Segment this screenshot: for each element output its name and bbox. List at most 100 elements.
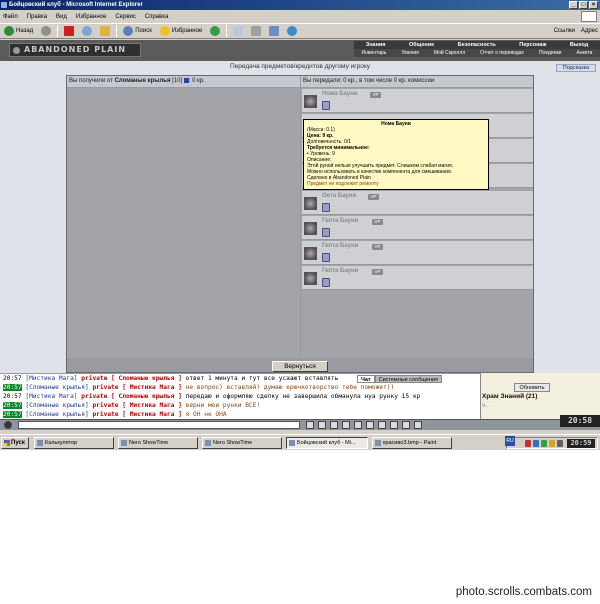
sound-icon[interactable] [366,421,374,429]
item-row[interactable]: Оета Бауни VP [302,191,533,215]
received-header: Вы получили от Сломаные крылья [10] : 0 … [67,76,300,87]
task-nero-1[interactable]: Nero ShowTime [118,437,198,449]
settings-icon[interactable] [402,421,410,429]
chat-private[interactable]: private [ Сломаные крылья ] [81,375,182,382]
bag-icon[interactable] [322,228,330,237]
bag-icon[interactable] [322,278,330,287]
nav-communication[interactable]: Общение [409,42,434,48]
room-user-list[interactable]: Ч... [482,403,490,409]
vp-badge: VP [372,269,383,275]
stop-icon [64,26,75,36]
print-button[interactable] [249,25,263,38]
tray-icon[interactable] [549,440,555,447]
send-icon[interactable] [306,421,314,429]
system-clock[interactable]: 20:59 [567,439,595,448]
maximize-button[interactable]: □ [579,1,588,9]
chat-time: 20:57 [3,402,22,409]
refresh-chat-icon[interactable] [390,421,398,429]
filter-icon[interactable] [342,421,350,429]
item-row[interactable]: Нома Бауни VP [302,89,533,113]
received-items-area [67,88,300,358]
refresh-button[interactable] [80,25,94,38]
nav-security[interactable]: Безопасность [458,42,496,48]
chat-user[interactable]: [Сломаные крылья] [25,411,88,418]
task-calculator[interactable]: Калькулятор [34,437,114,449]
received-prefix: Вы получили от [69,78,115,84]
chat-line: 20:57 [Мистика Мага] private [ Сломаные … [3,392,480,401]
nav-character[interactable]: Персонаж [519,42,546,48]
item-tooltip: Нома Бауни (Масса: 0.1) Цена: 9 кр. Долг… [303,119,489,190]
chat-private[interactable]: private [ Мистика Мага ] [92,411,181,418]
home-button[interactable] [98,25,112,38]
menu-help[interactable]: Справка [145,14,169,20]
menu-tools[interactable]: Сервис [115,14,136,20]
home-icon [100,26,111,36]
chat-user[interactable]: [Мистика Мага] [25,393,77,400]
menu-favorites[interactable]: Избранное [76,14,106,20]
partner-name[interactable]: Сломаные крылья [115,78,171,84]
chat-user[interactable]: [Сломаные крылья] [25,384,88,391]
tray-icon[interactable] [525,440,531,447]
chat-user[interactable]: [Мистика Мага] [25,375,77,382]
media-button[interactable] [208,25,222,38]
refresh-room-button[interactable]: Обновить [514,383,550,392]
links-button[interactable]: Ссылки [554,28,575,34]
color-icon[interactable] [378,421,386,429]
nav-exit[interactable]: Выход [570,42,588,48]
forward-button[interactable] [39,25,53,38]
nav-skills[interactable]: Умения [401,50,418,56]
close-button[interactable]: × [589,1,598,9]
start-button[interactable]: Пуск [1,437,29,449]
chat-input[interactable] [18,421,300,429]
item-name: Нома Бауни [322,91,358,97]
window-title-bar[interactable]: Бойцовский клуб - Microsoft Internet Exp… [0,0,600,10]
room-name: Храм Знаний (21) [482,393,538,400]
nav-my-scroll[interactable]: Мой Скроллл [434,50,465,56]
menu-file[interactable]: Файл [3,14,18,20]
back-button[interactable]: Назад [2,25,35,38]
smile-icon[interactable] [318,421,326,429]
toolbar-separator [116,25,118,37]
menu-edit[interactable]: Правка [27,14,47,20]
item-row[interactable]: Гепта Бауни VP [302,266,533,290]
language-indicator[interactable]: RU [505,436,515,446]
tray-icon[interactable] [541,440,547,447]
bag-icon[interactable] [322,101,330,110]
volume-icon[interactable] [557,440,563,447]
minimize-button[interactable]: _ [569,1,578,9]
bag-icon[interactable] [322,253,330,262]
stop-button[interactable] [62,25,76,38]
nav-transfer-report[interactable]: Отчет о переводах [480,50,524,56]
game-logo: ABANDONED PLAIN [9,43,141,57]
menu-view[interactable]: Вид [56,14,67,20]
messenger-button[interactable] [285,25,299,38]
tab-chat[interactable]: Чат [357,375,375,383]
item-row[interactable]: Гепта Бауни VP [302,241,533,265]
mail-button[interactable] [231,25,245,38]
return-button[interactable]: Вернуться [272,361,328,372]
chat-user[interactable]: [Сломаные крылья] [25,402,88,409]
exit-chat-icon[interactable] [414,421,422,429]
nav-inventory[interactable]: Инвентарь [362,50,387,56]
chat-private[interactable]: private [ Мистика Мага ] [92,384,181,391]
search-button[interactable]: Поиск [121,25,154,38]
speaker-icon[interactable] [4,421,12,429]
translit-icon[interactable] [354,421,362,429]
item-row[interactable]: Гепта Бауни VP [302,216,533,240]
tooltip-repair: Предмет не подлежит ремонту [307,181,379,187]
chat-private[interactable]: private [ Мистика Мага ] [92,402,181,409]
nav-knowledge[interactable]: Знания [366,42,386,48]
edit-button[interactable] [267,25,281,38]
task-browser[interactable]: Бойцовский клуб - Mi... [286,437,368,449]
tab-system-messages[interactable]: Системные сообщения [374,375,442,383]
chat-private[interactable]: private [ Сломаные крылья ] [81,393,182,400]
favorites-label: Избранное [171,28,203,34]
task-paint[interactable]: красивоЗ.bmp - Paint [372,437,452,449]
nav-profile[interactable]: Анкета [576,50,592,56]
nav-fights[interactable]: Поединки [539,50,562,56]
task-nero-2[interactable]: Nero ShowTime [202,437,282,449]
favorites-button[interactable]: Избранное [158,25,204,38]
bag-icon[interactable] [322,203,330,212]
tray-icon[interactable] [533,440,539,447]
clear-icon[interactable] [330,421,338,429]
